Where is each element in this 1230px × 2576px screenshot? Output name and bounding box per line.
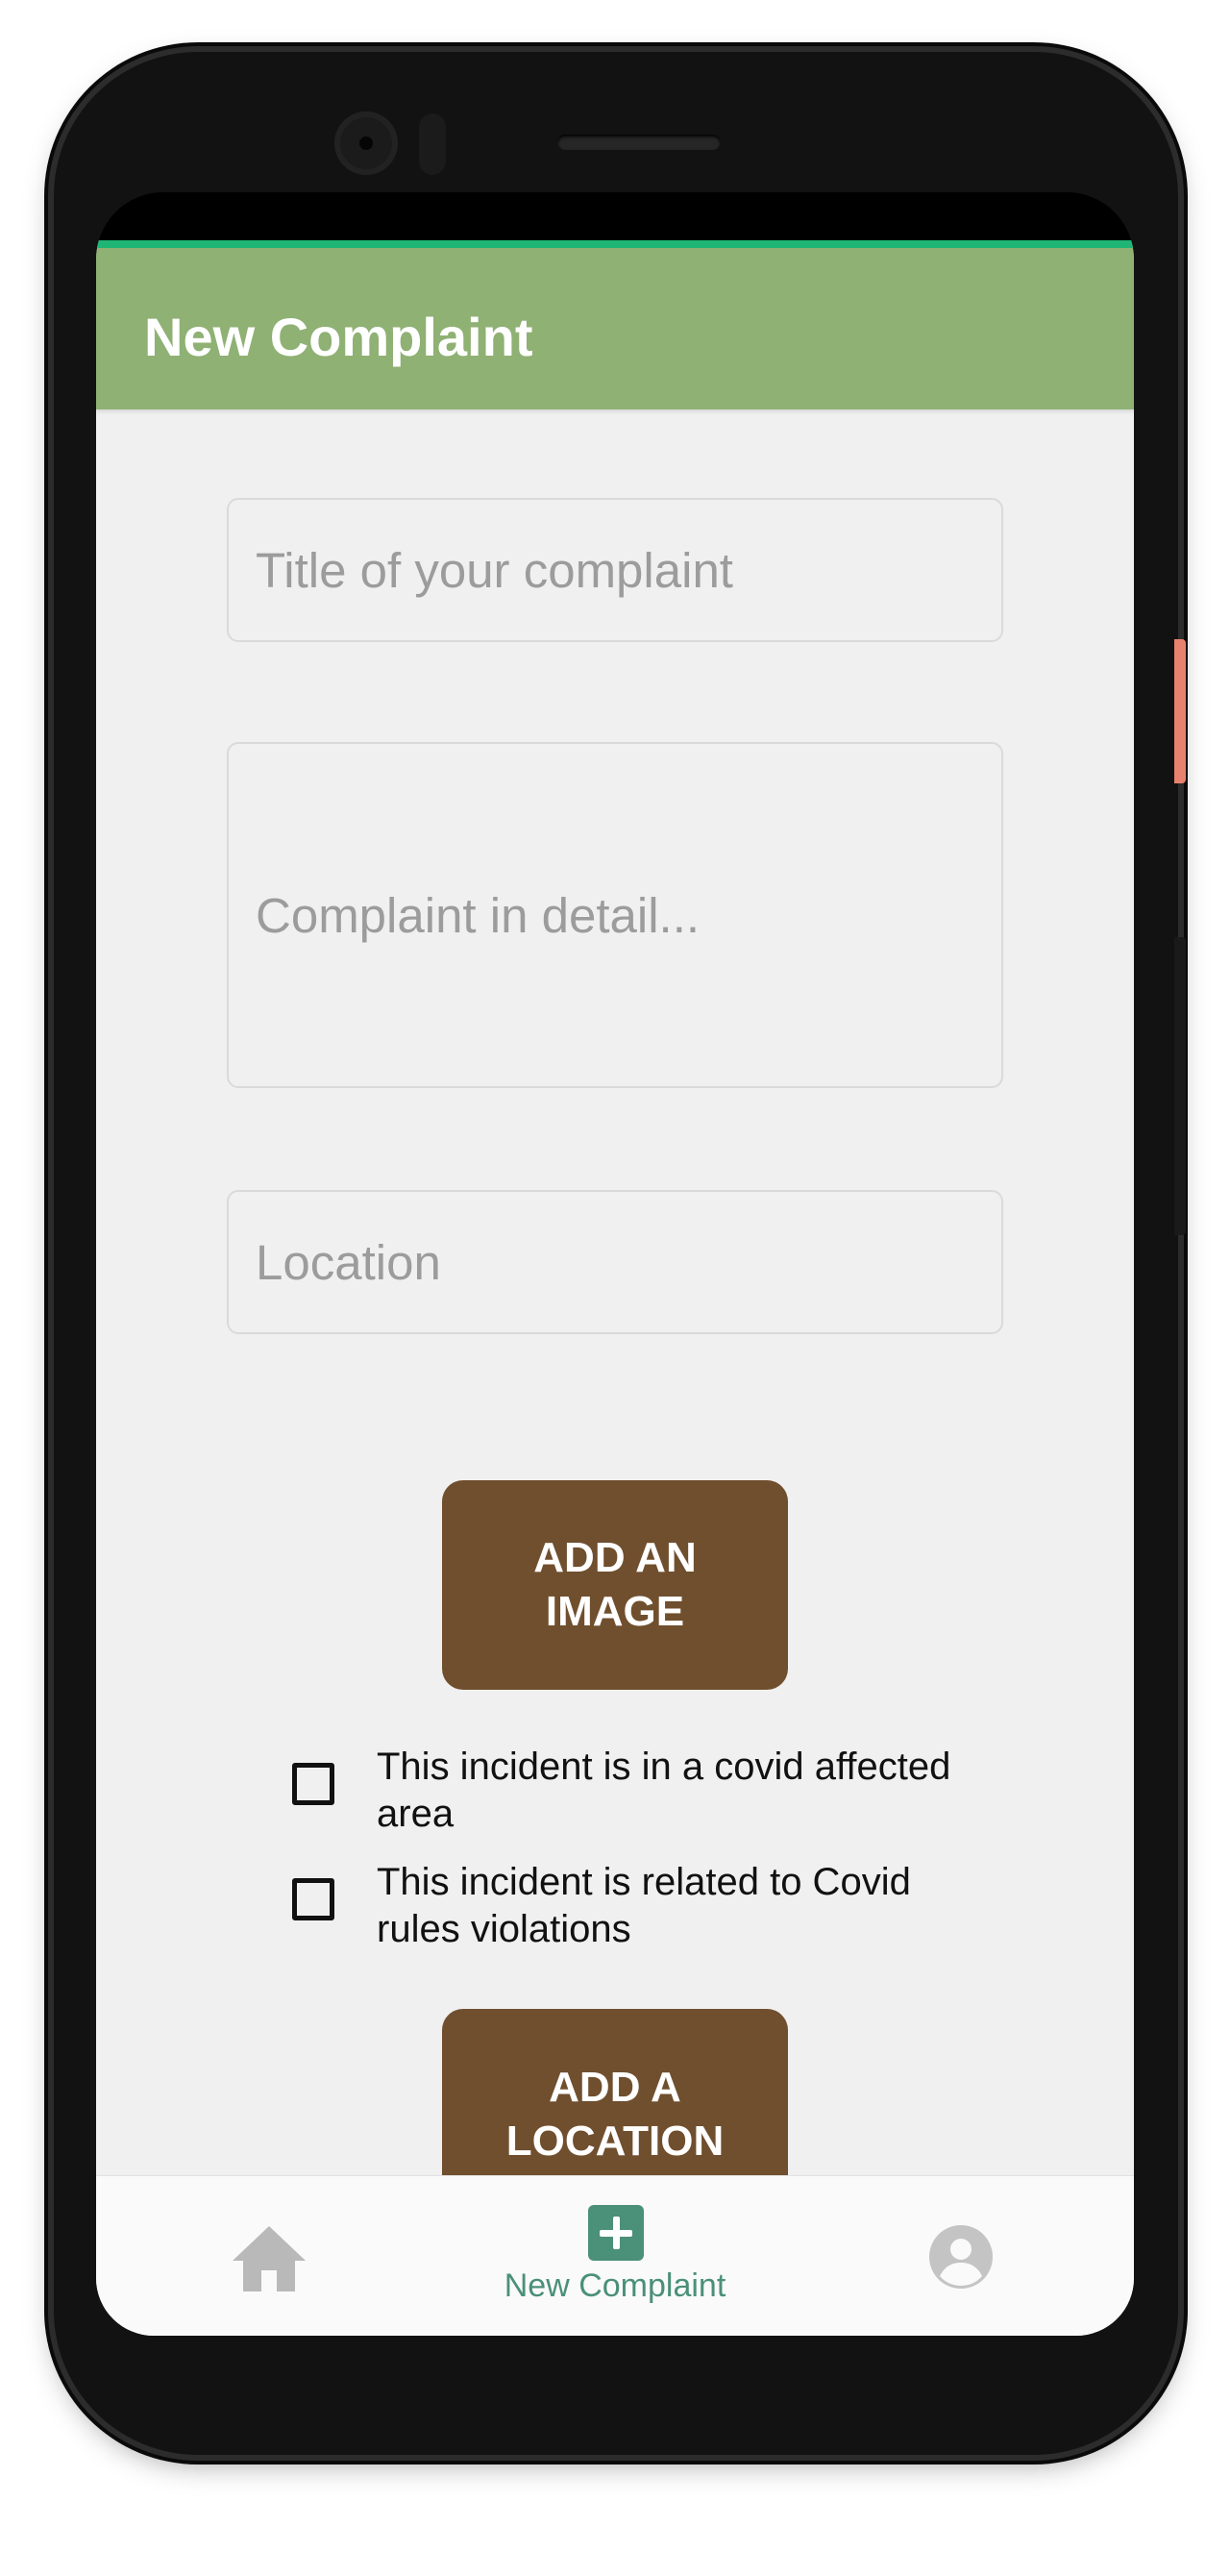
- covid-area-checkbox-row[interactable]: This incident is in a covid affected are…: [292, 1744, 984, 1838]
- nav-new-complaint-tab[interactable]: New Complaint: [442, 2205, 788, 2320]
- account-circle-icon: [929, 2225, 993, 2289]
- device-screen: New Complaint ADD AN IMAGE This incident…: [96, 192, 1134, 2336]
- complaint-title-input[interactable]: [227, 498, 1003, 642]
- nav-home-tab[interactable]: [231, 2222, 308, 2295]
- location-input[interactable]: [227, 1190, 1003, 1334]
- covid-rules-checkbox-row[interactable]: This incident is related to Covid rules …: [292, 1859, 984, 1953]
- covid-rules-checkbox-label: This incident is related to Covid rules …: [377, 1861, 911, 1950]
- nav-new-complaint-label: New Complaint: [504, 2267, 726, 2304]
- status-bar: [96, 192, 1134, 240]
- app-container: New Complaint ADD AN IMAGE This incident…: [96, 240, 1134, 2336]
- app-header: New Complaint: [96, 240, 1134, 409]
- covid-area-checkbox[interactable]: [292, 1763, 334, 1805]
- front-camera: [334, 111, 398, 175]
- covid-area-checkbox-label: This incident is in a covid affected are…: [377, 1746, 951, 1835]
- proximity-sensor: [419, 113, 446, 175]
- page-title: New Complaint: [144, 307, 533, 367]
- bottom-navigation: New Complaint: [96, 2175, 1134, 2336]
- volume-button: [1174, 937, 1186, 1235]
- covid-rules-checkbox[interactable]: [292, 1878, 334, 1920]
- add-image-button-label: ADD AN IMAGE: [533, 1534, 697, 1635]
- add-location-button-label: ADD A LOCATION: [505, 2064, 725, 2165]
- earpiece-speaker: [557, 135, 721, 150]
- power-button: [1174, 639, 1186, 783]
- home-icon: [233, 2226, 306, 2291]
- plus-square-icon: [588, 2205, 644, 2261]
- nav-profile-tab[interactable]: [928, 2224, 994, 2290]
- complaint-detail-input[interactable]: [227, 742, 1003, 1088]
- add-image-button[interactable]: ADD AN IMAGE: [442, 1480, 788, 1690]
